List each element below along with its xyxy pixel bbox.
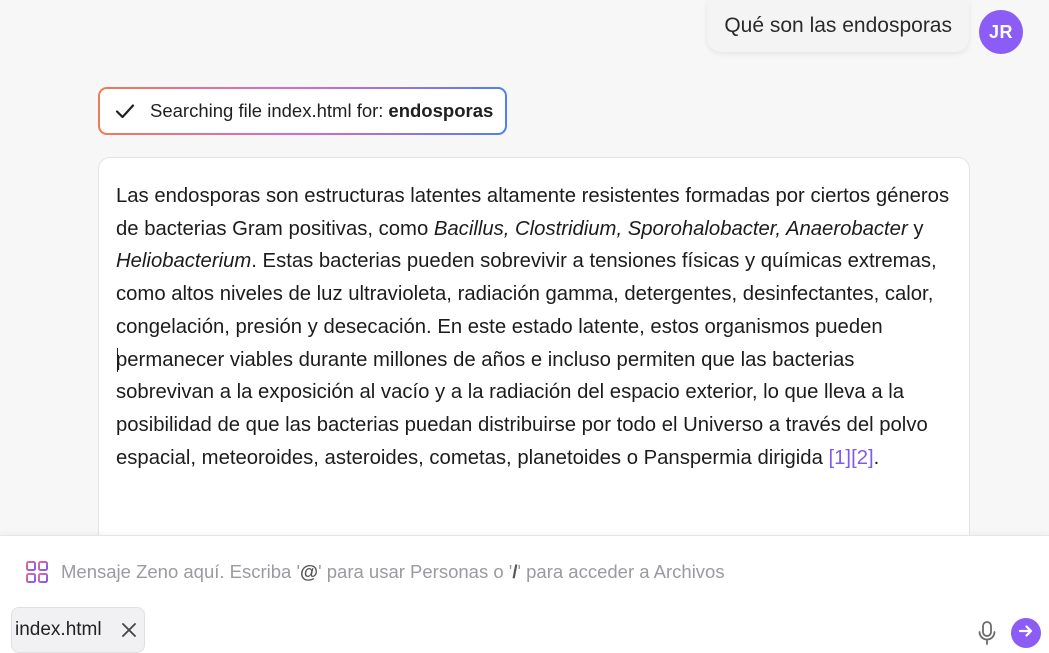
avatar-initials: JR (988, 21, 1013, 42)
microphone-icon[interactable] (976, 620, 998, 646)
send-button[interactable] (1011, 618, 1041, 648)
send-arrow-icon (1017, 622, 1035, 645)
placeholder-text-start: Mensaje Zeno aquí. Escriba ' (61, 561, 301, 582)
search-status-label: Searching file index.html for: (150, 100, 384, 121)
citation-link-1[interactable]: [1] (829, 447, 852, 469)
search-status-pill[interactable]: Searching file index.html for: endospora… (98, 87, 508, 135)
user-message-text: Qué son las endosporas (724, 14, 952, 37)
message-input[interactable]: Mensaje Zeno aquí. Escriba '@' para usar… (61, 558, 961, 586)
answer-text-3: . Estas bacterias pueden sobrevivir a te… (116, 250, 937, 469)
user-message-bubble: Qué son las endosporas (707, 0, 969, 52)
placeholder-text-mid: ' para usar Personas o ' (318, 561, 513, 582)
grid-icon[interactable] (25, 560, 49, 584)
answer-italic-heliobacterium: Heliobacterium (116, 250, 252, 273)
attached-file-chip[interactable]: index.html (11, 607, 145, 653)
message-composer: Mensaje Zeno aquí. Escriba '@' para usar… (0, 535, 1049, 653)
search-status-query: endosporas (388, 100, 494, 121)
check-icon (114, 100, 136, 122)
placeholder-text-end: ' para acceder a Archivos (517, 561, 725, 582)
close-icon[interactable] (120, 621, 138, 639)
answer-italic-genera: Bacillus, Clostridium, Sporohalobacter, … (433, 217, 908, 240)
citation-link-2[interactable]: [2] (851, 447, 874, 469)
text-caret (117, 348, 118, 372)
search-status-content: Searching file index.html for: endospora… (100, 89, 506, 133)
answer-paragraph: Las endosporas son estructuras latentes … (116, 180, 952, 474)
avatar[interactable]: JR (979, 10, 1023, 54)
answer-text-2: y (907, 217, 924, 240)
placeholder-at-symbol: @ (300, 561, 319, 582)
assistant-answer-card: Las endosporas son estructuras latentes … (98, 157, 970, 535)
attached-file-name: index.html (15, 619, 102, 640)
answer-text-4: . (873, 446, 880, 469)
chat-area: Qué son las endosporas JR Searching file… (0, 0, 1049, 535)
